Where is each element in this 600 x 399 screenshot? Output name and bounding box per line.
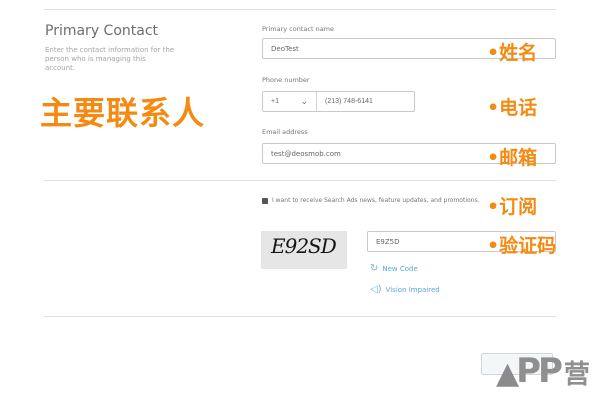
annotation-primary-contact: 主要联系人 [40, 94, 206, 132]
phone-label: Phone number [262, 76, 310, 84]
annotation-captcha: •验证码 [487, 235, 557, 257]
chevron-down-icon: ⌄ [300, 96, 308, 106]
new-code-link[interactable]: ↻ New Code [370, 263, 418, 274]
logo-cn-text: 营 [563, 360, 590, 390]
middle-divider [44, 180, 556, 181]
newsletter-checkbox-label[interactable]: I want to receive Search Ads news, featu… [272, 197, 480, 204]
country-code-value: +1 [271, 98, 279, 105]
logo-text: PP [516, 351, 563, 391]
captcha-image: E92SD [261, 231, 347, 269]
new-code-label: New Code [382, 264, 418, 273]
name-label: Primary contact name [262, 25, 335, 33]
triangle-logo-icon: ▲ [496, 356, 519, 391]
app-watermark-logo: ▲ PP 营 [496, 351, 590, 391]
section-description: Enter the contact information for the pe… [45, 46, 175, 72]
annotation-name: •姓名 [487, 42, 538, 64]
section-title: Primary Contact [45, 23, 159, 39]
speaker-icon: ◁) [370, 284, 382, 295]
country-code-select[interactable]: +1 ⌄ [263, 92, 317, 111]
vision-impaired-link[interactable]: ◁) Vision Impaired [370, 284, 440, 295]
top-divider [44, 9, 556, 10]
annotation-phone: •电话 [487, 97, 538, 119]
phone-input[interactable]: (213) 748-6141 [317, 92, 414, 111]
annotation-email: •邮箱 [487, 147, 538, 169]
phone-input-group: +1 ⌄ (213) 748-6141 [262, 91, 415, 112]
vision-impaired-label: Vision Impaired [385, 285, 440, 294]
email-label: Email address [262, 128, 308, 136]
annotation-subscribe: •订阅 [487, 196, 538, 218]
refresh-icon: ↻ [370, 263, 379, 274]
newsletter-checkbox[interactable] [262, 198, 268, 204]
bottom-divider [44, 316, 556, 317]
captcha-image-text: E92SD [271, 234, 337, 258]
